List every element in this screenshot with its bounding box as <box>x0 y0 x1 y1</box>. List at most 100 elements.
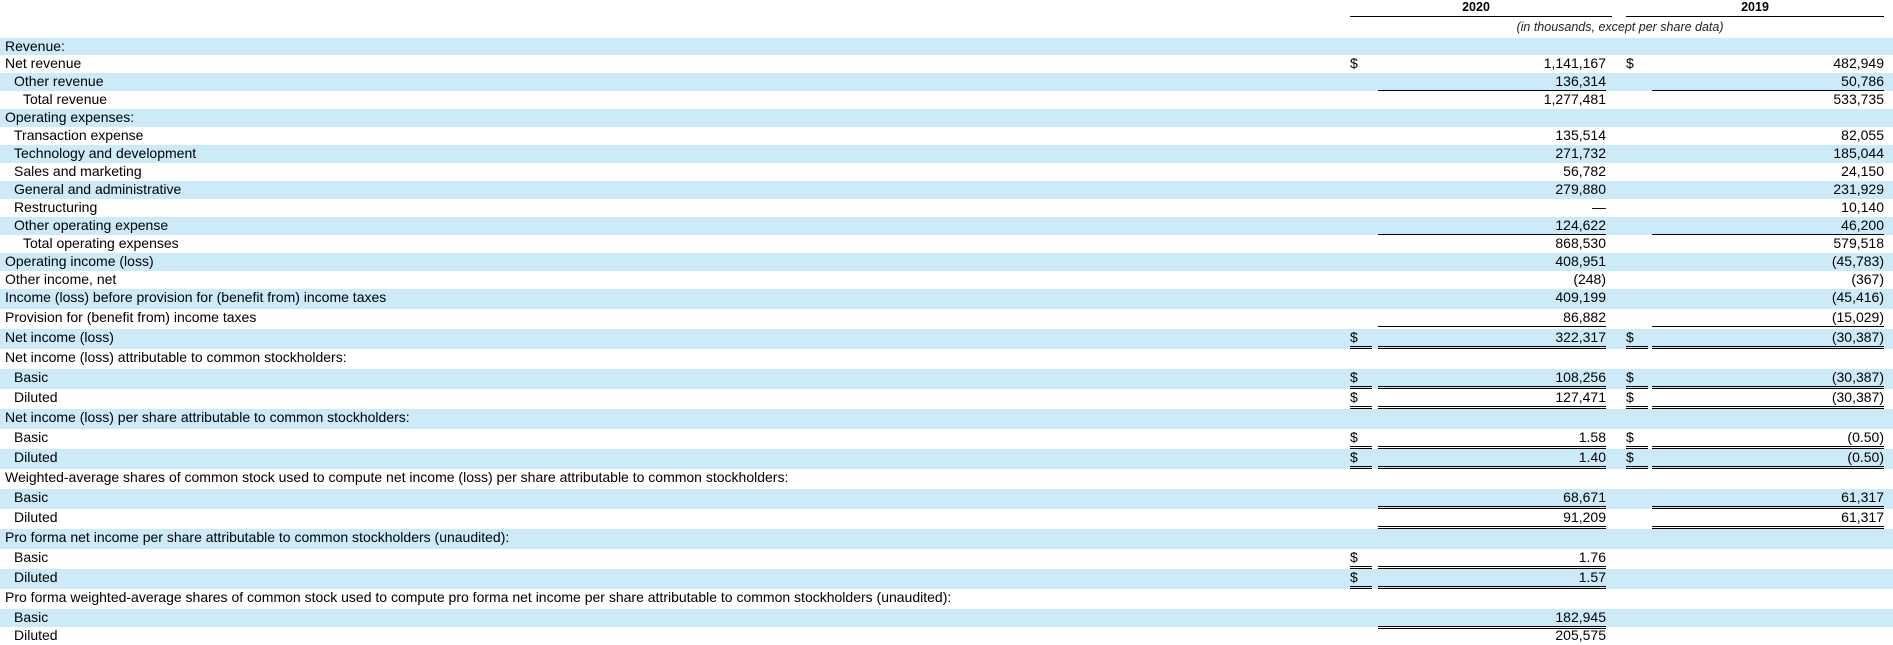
table-row: Diluted $127,471 $ (30,387) <box>0 389 1893 409</box>
value-2020: 1,141,167 <box>1543 55 1606 71</box>
value-2019: 61,317 <box>1652 489 1884 509</box>
table-row: Other revenue 136,314 50,786 <box>0 73 1893 91</box>
table-row: Basic $1.76 <box>0 549 1893 569</box>
dollar-sign-2020: $ <box>1350 429 1372 449</box>
row-label: Basic <box>14 609 49 625</box>
table-row: Diluted $1.40 $ (0.50) <box>0 449 1893 469</box>
value-2019: (45,416) <box>1831 289 1884 305</box>
row-label: Other income, net <box>5 271 117 287</box>
value-2019: 46,200 <box>1652 217 1884 235</box>
row-label: Diluted <box>14 509 58 525</box>
table-row: Total revenue 1,277,481 533,735 <box>0 91 1893 109</box>
year-2020-header: 2020 <box>1462 0 1490 14</box>
table-row: Weighted-average shares of common stock … <box>0 469 1893 489</box>
value-2020: 136,314 <box>1378 73 1606 91</box>
column-header: 2020 2019 (in thousands, except per shar… <box>0 0 1893 40</box>
row-label: Pro forma weighted-average shares of com… <box>5 589 952 605</box>
table-row: Net revenue $1,141,167 $482,949 <box>0 55 1893 73</box>
row-label: Pro forma net income per share attributa… <box>5 529 510 545</box>
dollar-sign-2020: $ <box>1350 329 1372 349</box>
year-2020-rule <box>1350 16 1612 17</box>
units-note: (in thousands, except per share data) <box>1516 20 1724 34</box>
value-2019: (30,387) <box>1652 329 1884 349</box>
value-2019: (0.50) <box>1652 449 1884 469</box>
row-label: Net income (loss) <box>5 329 114 345</box>
value-2020: 68,671 <box>1378 489 1606 509</box>
value-2020: 135,514 <box>1555 127 1606 143</box>
row-label: Operating income (loss) <box>5 253 154 269</box>
dollar-sign-2020: $ <box>1350 55 1358 71</box>
value-2019: 185,044 <box>1833 145 1884 161</box>
row-label: Other operating expense <box>14 217 169 233</box>
value-2020: 108,256 <box>1378 369 1606 389</box>
dollar-sign-2019: $ <box>1626 329 1648 349</box>
row-label: Provision for (benefit from) income taxe… <box>5 309 257 325</box>
value-2020: 1,277,481 <box>1543 91 1606 107</box>
value-2019: 61,317 <box>1652 509 1884 529</box>
value-2019: 482,949 <box>1833 55 1884 71</box>
row-label: Total operating expenses <box>23 235 179 251</box>
value-2020: 1.58 <box>1378 429 1606 449</box>
table-row: Technology and development 271,732 185,044 <box>0 145 1893 163</box>
table-row: Income (loss) before provision for (bene… <box>0 289 1893 309</box>
table-row: Other income, net (248) (367) <box>0 271 1893 289</box>
table-row: Transaction expense 135,514 82,055 <box>0 127 1893 145</box>
row-label: Basic <box>14 429 49 445</box>
value-2020: 1.57 <box>1378 569 1606 589</box>
value-2019: (30,387) <box>1652 389 1884 409</box>
table-row: Other operating expense 124,622 46,200 <box>0 217 1893 235</box>
table-row: General and administrative 279,880 231,929 <box>0 181 1893 199</box>
row-label: Transaction expense <box>14 127 144 143</box>
table-row: Basic $108,256 $ (30,387) <box>0 369 1893 389</box>
year-2019-header: 2019 <box>1741 0 1769 14</box>
table-row: Basic $1.58 $ (0.50) <box>0 429 1893 449</box>
table-row: Total operating expenses 868,530 579,518 <box>0 235 1893 253</box>
table-row: Diluted 205,575 <box>0 627 1893 645</box>
value-2020: 408,951 <box>1555 253 1606 269</box>
table-row: Operating income (loss) 408,951 (45,783) <box>0 253 1893 271</box>
value-2020: — <box>1592 199 1606 215</box>
row-label: Basic <box>14 549 49 565</box>
dollar-sign-2019: $ <box>1626 389 1648 409</box>
row-label: Revenue: <box>5 38 65 54</box>
row-label: Basic <box>14 369 49 385</box>
row-label: Net revenue <box>5 55 82 71</box>
row-label: Other revenue <box>14 73 104 89</box>
table-row: Pro forma net income per share attributa… <box>0 529 1893 549</box>
value-2020: 91,209 <box>1378 509 1606 529</box>
table-row: Revenue: <box>0 38 1893 55</box>
value-2020: 86,882 <box>1378 309 1606 327</box>
value-2020: 1.76 <box>1378 549 1606 569</box>
value-2019: (45,783) <box>1831 253 1884 269</box>
value-2019: 533,735 <box>1833 91 1884 107</box>
table-row: Net income (loss) per share attributable… <box>0 409 1893 429</box>
row-label: Net income (loss) per share attributable… <box>5 409 410 425</box>
value-2020: 279,880 <box>1555 181 1606 197</box>
dollar-sign-2020: $ <box>1350 549 1372 569</box>
value-2019: (367) <box>1851 271 1884 287</box>
value-2019: (0.50) <box>1652 429 1884 449</box>
dollar-sign-2020: $ <box>1350 369 1372 389</box>
row-label: Net income (loss) attributable to common… <box>5 349 347 365</box>
dollar-sign-2019: $ <box>1626 429 1648 449</box>
table-row: Net income (loss) attributable to common… <box>0 349 1893 369</box>
dollar-sign-2020: $ <box>1350 569 1372 589</box>
value-2019: 231,929 <box>1833 181 1884 197</box>
value-2020: 56,782 <box>1563 163 1606 179</box>
table-row: Diluted $1.57 <box>0 569 1893 589</box>
value-2020: 271,732 <box>1555 145 1606 161</box>
row-label: Income (loss) before provision for (bene… <box>5 289 387 305</box>
value-2020: 322,317 <box>1378 329 1606 349</box>
value-2020: 124,622 <box>1378 217 1606 235</box>
row-label: Operating expenses: <box>5 109 135 125</box>
value-2019: 24,150 <box>1841 163 1884 179</box>
dollar-sign-2019: $ <box>1626 369 1648 389</box>
row-label: Total revenue <box>23 91 108 107</box>
row-label: Restructuring <box>14 199 98 215</box>
value-2019: (30,387) <box>1652 369 1884 389</box>
value-2019: 579,518 <box>1833 235 1884 251</box>
row-label: Basic <box>14 489 49 505</box>
value-2020: 409,199 <box>1555 289 1606 305</box>
table-row: Net income (loss) $322,317 $ (30,387) <box>0 329 1893 349</box>
row-label: General and administrative <box>14 181 182 197</box>
